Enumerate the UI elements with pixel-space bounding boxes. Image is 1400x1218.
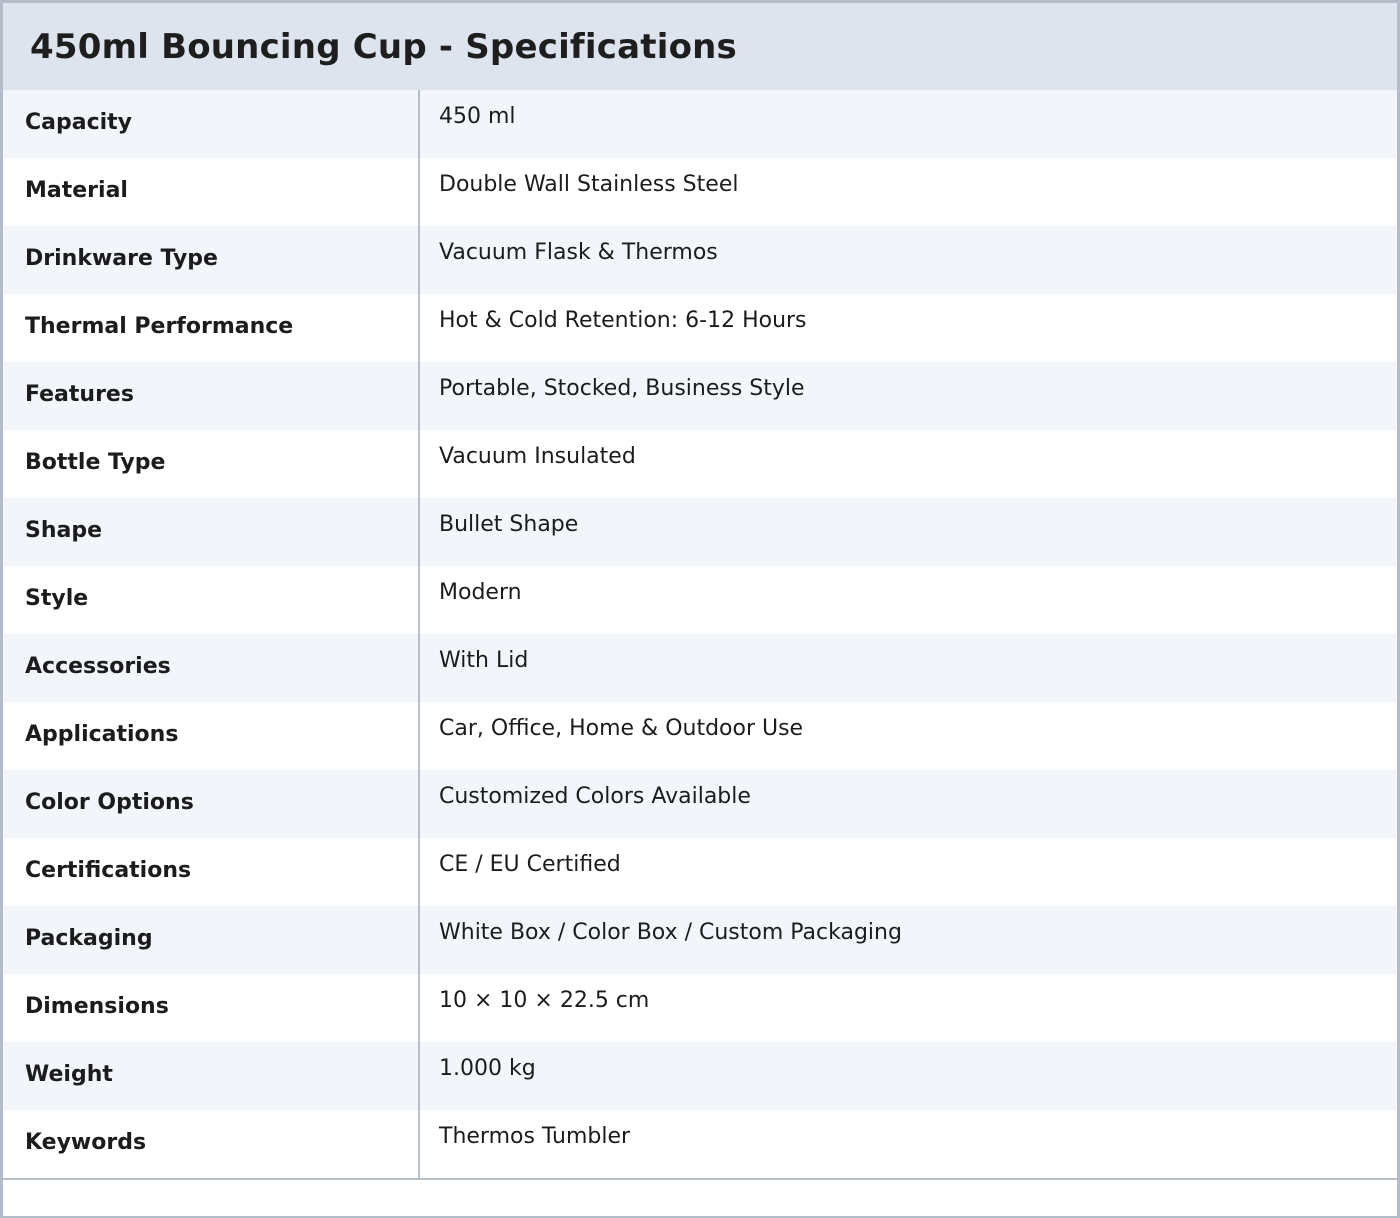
spec-row-shape: Shape Bullet Shape — [3, 498, 1397, 566]
spec-label: Features — [3, 362, 420, 430]
spec-value: Car, Office, Home & Outdoor Use — [439, 716, 804, 741]
spec-row-weight: Weight 1.000 kg — [3, 1042, 1397, 1110]
spec-label: Shape — [3, 498, 420, 566]
spec-row-material: Material Double Wall Stainless Steel — [3, 158, 1397, 226]
spec-row-style: Style Modern — [3, 566, 1397, 634]
spec-value: Double Wall Stainless Steel — [439, 172, 739, 197]
spec-label: Bottle Type — [3, 430, 420, 498]
page-title: 450ml Bouncing Cup - Specifications — [30, 26, 737, 67]
spec-value: Bullet Shape — [439, 512, 579, 537]
spec-row-features: Features Portable, Stocked, Business Sty… — [3, 362, 1397, 430]
spec-row-bottle-type: Bottle Type Vacuum Insulated — [3, 430, 1397, 498]
spec-row-applications: Applications Car, Office, Home & Outdoor… — [3, 702, 1397, 770]
spec-label: Thermal Performance — [3, 294, 420, 362]
spec-label: Style — [3, 566, 420, 634]
spec-row-capacity: Capacity 450 ml — [3, 90, 1397, 158]
spec-label: Keywords — [3, 1110, 420, 1178]
spec-label: Weight — [3, 1042, 420, 1110]
spec-value: 10 × 10 × 22.5 cm — [439, 988, 650, 1013]
spec-label: Dimensions — [3, 974, 420, 1042]
spec-label: Certifications — [3, 838, 420, 906]
spec-row-thermal-performance: Thermal Performance Hot & Cold Retention… — [3, 294, 1397, 362]
spec-label: Color Options — [3, 770, 420, 838]
table-footer — [3, 1178, 1397, 1216]
spec-value: CE / EU Certified — [439, 852, 621, 877]
spec-value: With Lid — [439, 648, 529, 673]
spec-row-drinkware-type: Drinkware Type Vacuum Flask & Thermos — [3, 226, 1397, 294]
spec-value: Portable, Stocked, Business Style — [439, 376, 805, 401]
spec-value: 1.000 kg — [439, 1056, 536, 1081]
spec-label: Accessories — [3, 634, 420, 702]
spec-header: 450ml Bouncing Cup - Specifications — [3, 3, 1397, 90]
spec-value: Hot & Cold Retention: 6-12 Hours — [439, 308, 807, 333]
spec-row-packaging: Packaging White Box / Color Box / Custom… — [3, 906, 1397, 974]
spec-value: White Box / Color Box / Custom Packaging — [439, 920, 902, 945]
spec-row-color-options: Color Options Customized Colors Availabl… — [3, 770, 1397, 838]
spec-label: Applications — [3, 702, 420, 770]
spec-row-accessories: Accessories With Lid — [3, 634, 1397, 702]
spec-value: Thermos Tumbler — [439, 1124, 631, 1149]
spec-label: Material — [3, 158, 420, 226]
spec-value: Customized Colors Available — [439, 784, 751, 809]
spec-value: Vacuum Insulated — [439, 444, 636, 469]
spec-row-dimensions: Dimensions 10 × 10 × 22.5 cm — [3, 974, 1397, 1042]
spec-label: Packaging — [3, 906, 420, 974]
spec-label: Capacity — [3, 90, 420, 158]
spec-row-keywords: Keywords Thermos Tumbler — [3, 1110, 1397, 1178]
spec-value: Modern — [439, 580, 522, 605]
spec-value: 450 ml — [439, 104, 516, 129]
spec-value: Vacuum Flask & Thermos — [439, 240, 718, 265]
spec-sheet: 450ml Bouncing Cup - Specifications Capa… — [0, 0, 1400, 1218]
spec-row-certifications: Certifications CE / EU Certified — [3, 838, 1397, 906]
spec-table: Capacity 450 ml Material Double Wall Sta… — [3, 90, 1397, 1178]
spec-label: Drinkware Type — [3, 226, 420, 294]
